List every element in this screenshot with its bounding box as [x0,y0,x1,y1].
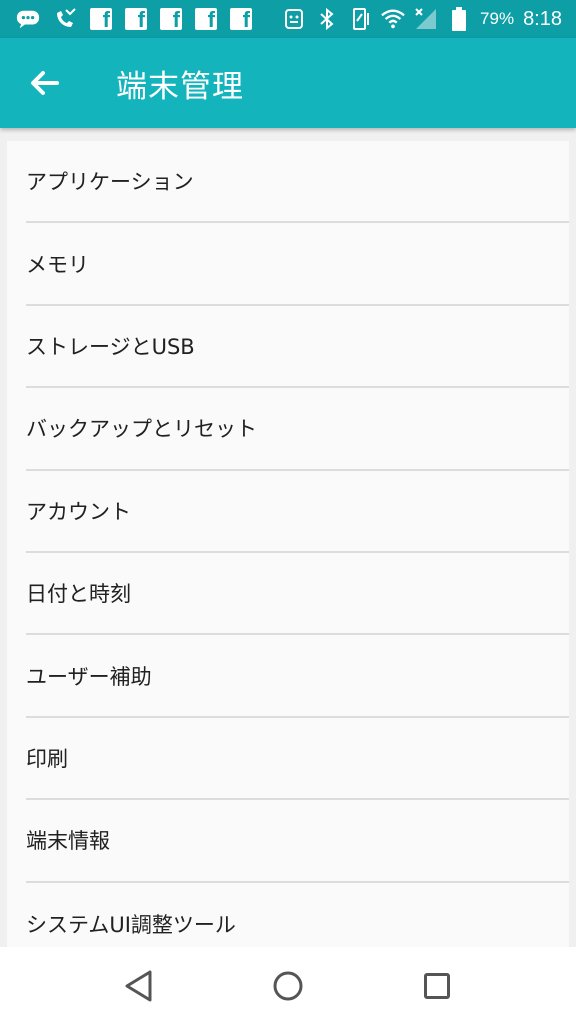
list-item-label: アカウント [26,499,131,524]
home-icon [273,971,303,1000]
status-bar: f f f f f 79% 8:18 [0,0,576,38]
facebook-icon: f [160,8,182,30]
navigation-bar [0,947,576,1024]
list-item-label: メモリ [26,252,89,277]
arrow-left-icon [31,71,59,95]
facebook-icon: f [125,8,147,30]
list-item-label: バックアップとリセット [26,417,257,442]
back-button[interactable] [16,55,72,111]
system-icons: 79% 8:18 [282,7,576,31]
bluetooth-icon [315,7,339,31]
list-item-label: ストレージとUSB [26,334,195,359]
missed-call-icon [53,7,77,31]
recents-icon [423,972,450,999]
signal-icon [414,7,438,31]
list-item-label: 印刷 [26,746,68,771]
facebook-icon: f [195,8,217,30]
list-item-label: 端末情報 [26,829,110,854]
android-icon [282,7,306,31]
page-title: 端末管理 [116,68,244,105]
list-item-backup-reset[interactable]: バックアップとリセット [26,388,569,471]
back-icon [125,970,152,1001]
nav-recents-button[interactable] [407,956,467,1016]
clock: 8:18 [523,7,562,30]
facebook-icon: f [230,8,252,30]
message-icon [16,7,40,31]
list-item-accounts[interactable]: アカウント [26,471,569,553]
list-item-label: システムUI調整ツール [26,912,236,937]
nav-back-button[interactable] [109,956,169,1016]
list-item-memory[interactable]: メモリ [26,223,569,306]
app-bar: 端末管理 [0,38,576,128]
list-item-accessibility[interactable]: ユーザー補助 [26,635,569,718]
nav-home-button[interactable] [258,956,318,1016]
list-item-label: アプリケーション [26,170,194,195]
facebook-icon: f [90,8,112,30]
notification-icons: f f f f f [0,7,252,31]
list-item-storage-usb[interactable]: ストレージとUSB [26,306,569,389]
wifi-icon [381,7,405,31]
list-item-applications[interactable]: アプリケーション [26,141,569,224]
list-item-system-ui-tuner[interactable]: システムUI調整ツール [26,883,569,947]
list-item-date-time[interactable]: 日付と時刻 [26,553,569,636]
battery-icon [447,7,471,31]
vibrate-icon [348,7,372,31]
settings-list: アプリケーション メモリ ストレージとUSB バックアップとリセット アカウント… [7,141,569,947]
battery-percent: 79% [480,9,515,28]
list-item-label: ユーザー補助 [26,664,152,689]
list-item-device-info[interactable]: 端末情報 [26,800,569,883]
list-item-printing[interactable]: 印刷 [26,718,569,801]
list-item-label: 日付と時刻 [26,582,131,607]
